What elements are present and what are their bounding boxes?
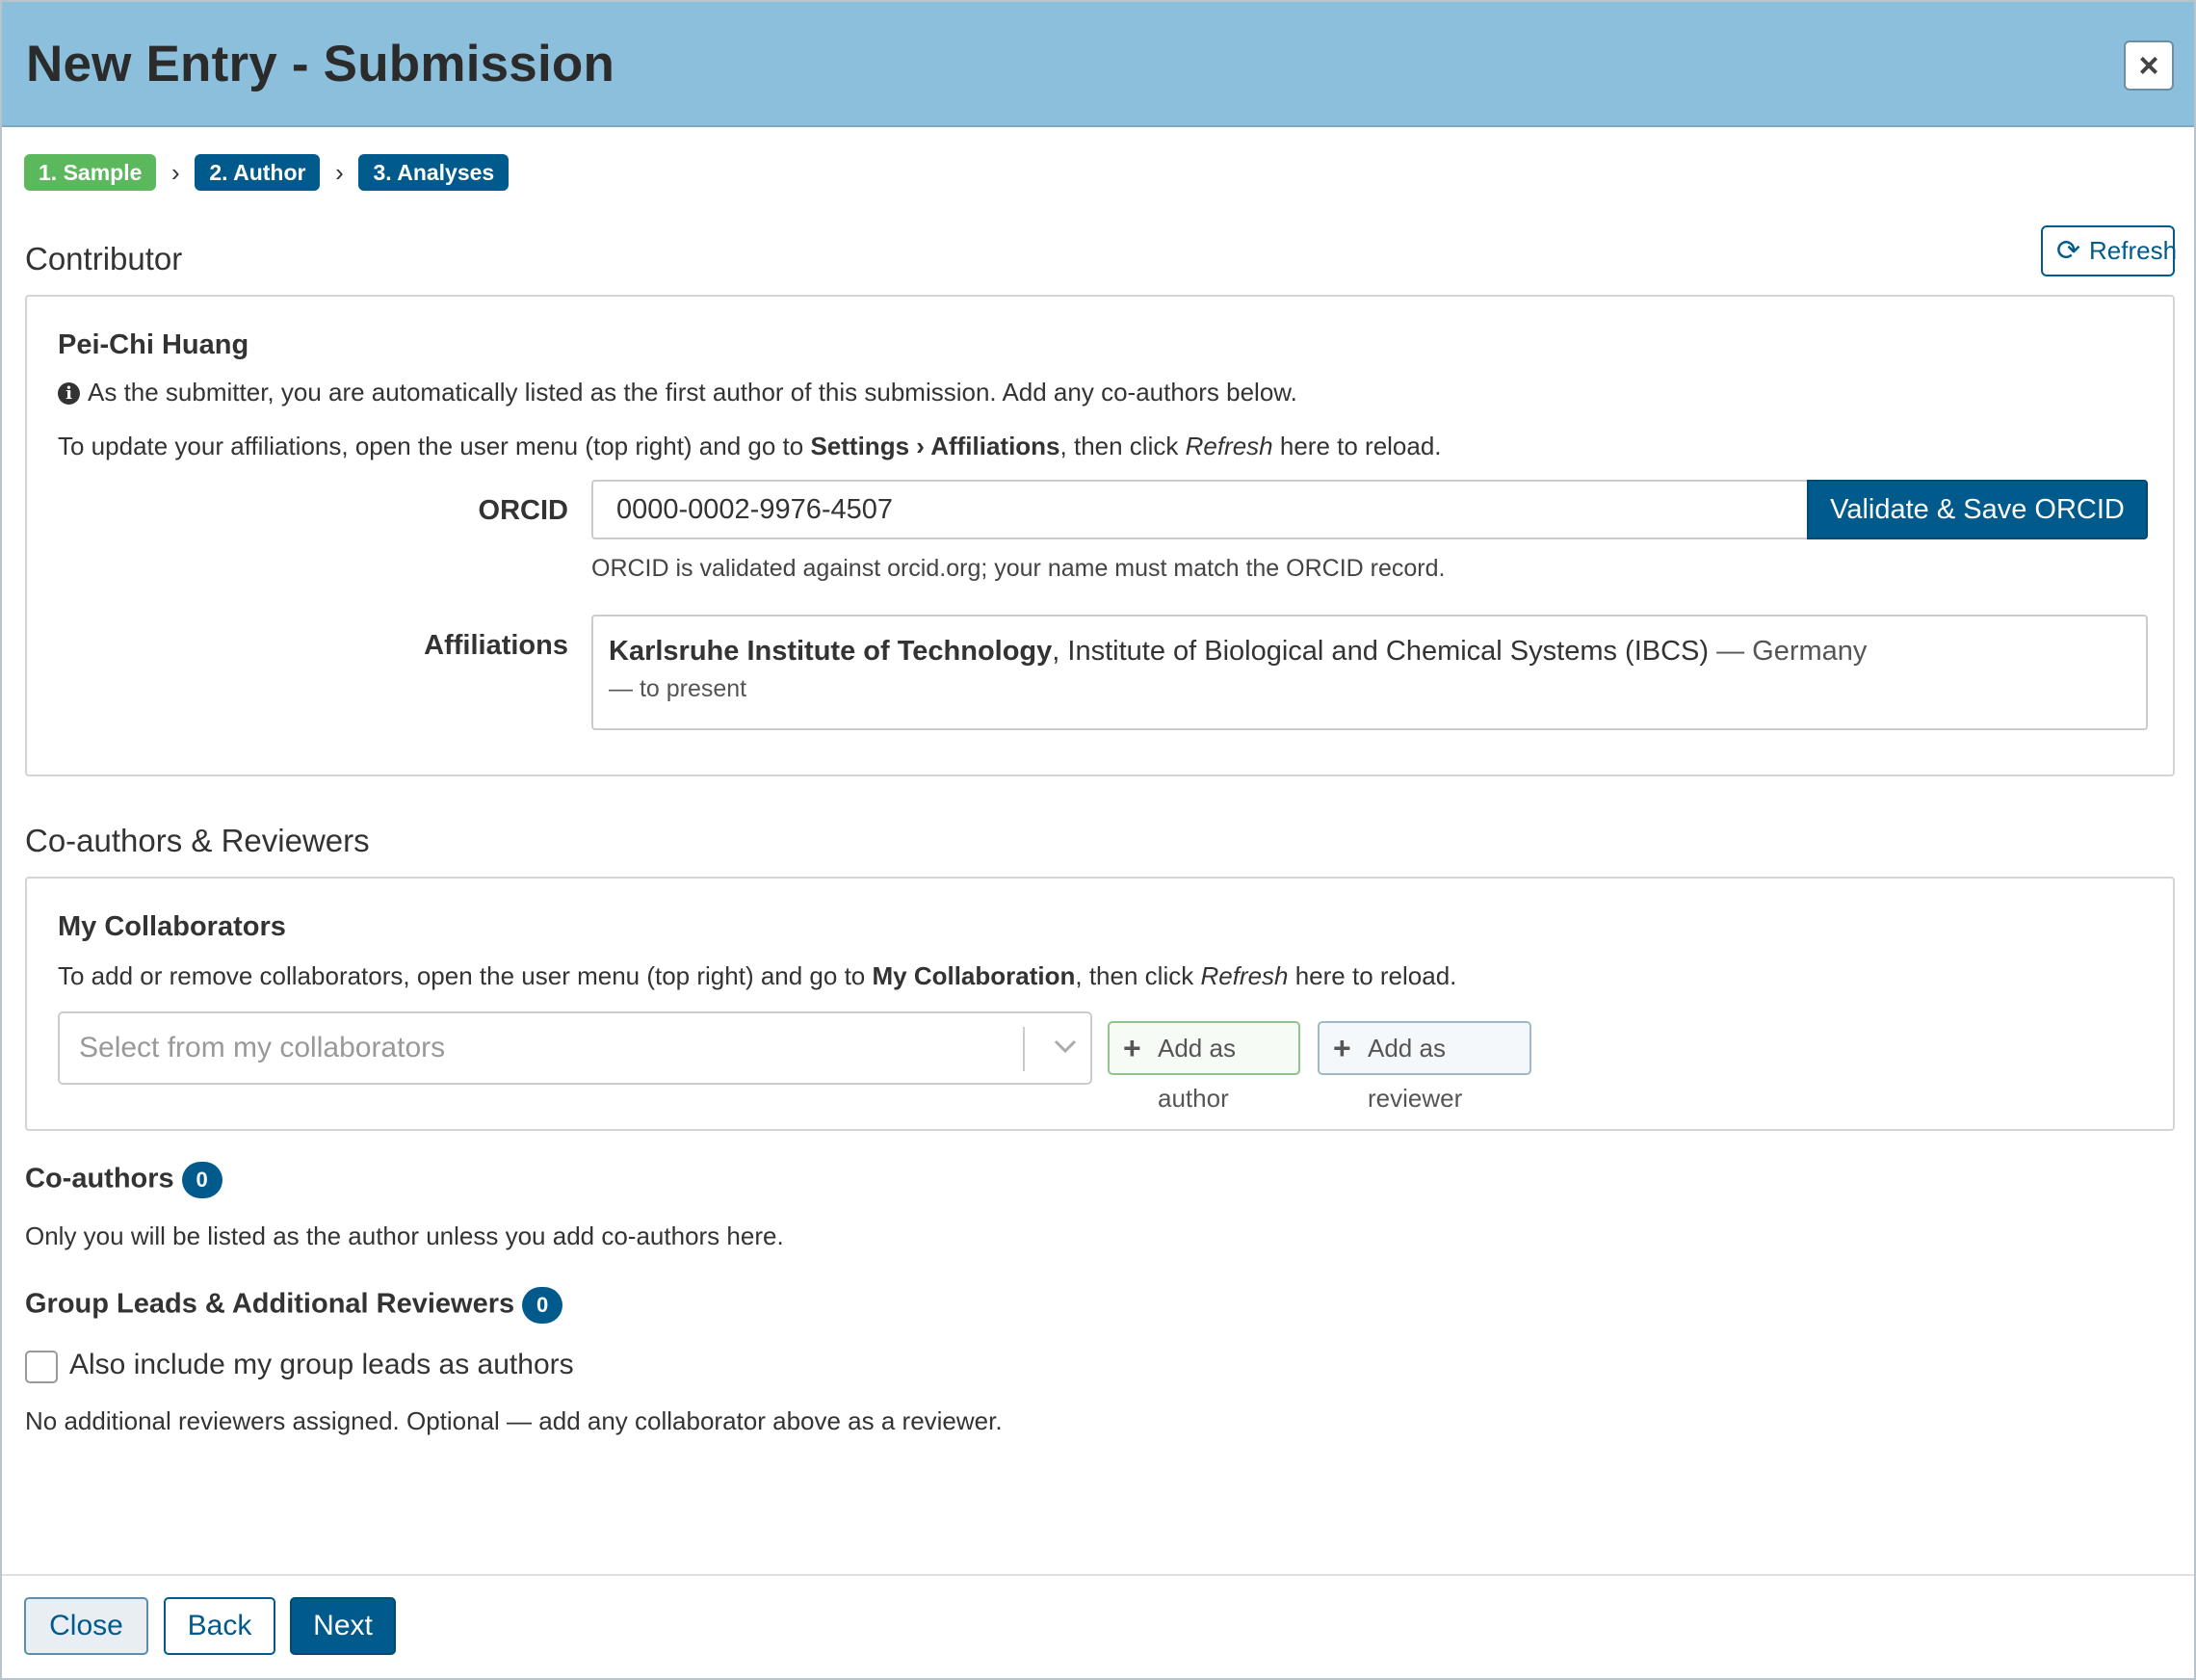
submitter-info: i As the submitter, you are automatically…: [58, 378, 1297, 407]
contributor-name: Pei-Chi Huang: [58, 329, 249, 360]
submitter-info-text: As the submitter, you are automatically …: [88, 378, 1297, 407]
refresh-icon: ⟳: [2056, 235, 2081, 267]
update-note-separator: ›: [909, 432, 931, 460]
info-icon: i: [58, 382, 80, 405]
step-analyses[interactable]: 3. Analyses: [358, 154, 510, 191]
coauthors-note: Only you will be listed as the author un…: [25, 1221, 784, 1250]
coauthors-heading: Co-authors 0: [25, 1162, 222, 1198]
affiliation-institution: Karlsruhe Institute of Technology: [609, 636, 1053, 667]
collab-note-suffix: here to reload.: [1288, 961, 1457, 990]
collab-note-mid: , then click: [1075, 961, 1201, 990]
reviewers-note: No additional reviewers assigned. Option…: [25, 1406, 1003, 1435]
collab-note-prefix: To add or remove collaborators, open the…: [58, 961, 873, 990]
affiliation-department: , Institute of Biological and Chemical S…: [1052, 636, 1710, 667]
update-note-mid: , then click: [1059, 432, 1186, 460]
step-sample[interactable]: 1. Sample: [24, 154, 157, 191]
reviewers-count-badge: 0: [522, 1287, 563, 1324]
collaborators-note: To add or remove collaborators, open the…: [58, 961, 1456, 991]
select-divider: [1023, 1027, 1025, 1071]
next-button[interactable]: Next: [290, 1597, 396, 1655]
chevron-down-icon[interactable]: [1052, 1029, 1079, 1063]
modal-header: New Entry - Submission ×: [2, 2, 2194, 127]
collab-note-bold: My Collaboration: [872, 961, 1076, 990]
affiliation-period: — to present: [609, 675, 747, 702]
close-button[interactable]: Close: [24, 1597, 148, 1655]
contributor-panel: Pei-Chi Huang i As the submitter, you are…: [25, 295, 2175, 776]
coauthors-reviewers-heading: Co-authors & Reviewers: [25, 823, 370, 858]
orcid-input[interactable]: 0000-0002-9976-4507: [591, 480, 1809, 539]
update-note-refresh: Refresh: [1185, 432, 1273, 460]
refresh-button[interactable]: ⟳ Refresh: [2041, 225, 2178, 276]
coauthors-title: Co-authors: [25, 1163, 174, 1194]
step-separator: ›: [171, 157, 180, 187]
collaborators-panel: My Collaborators To add or remove collab…: [25, 877, 2175, 1131]
step-author[interactable]: 2. Author: [195, 154, 321, 191]
collaborators-title: My Collaborators: [58, 911, 286, 942]
footer-divider: [2, 1574, 2194, 1576]
add-as-reviewer-label: Add as reviewer: [1368, 1034, 1463, 1113]
reviewers-heading: Group Leads & Additional Reviewers 0: [25, 1287, 563, 1324]
back-button[interactable]: Back: [164, 1597, 275, 1655]
collaborator-select-placeholder: Select from my collaborators: [79, 1032, 446, 1063]
group-leads-checkbox-label[interactable]: Also include my group leads as authors: [69, 1349, 574, 1381]
step-indicator: 1. Sample › 2. Author › 3. Analyses: [24, 154, 510, 191]
collaborator-select[interactable]: Select from my collaborators: [58, 1011, 1092, 1085]
update-note-affiliations: Affiliations: [930, 432, 1060, 460]
affiliations-label: Affiliations: [424, 630, 568, 661]
plus-icon: +: [1333, 1031, 1351, 1065]
affiliation-country: — Germany: [1709, 636, 1868, 667]
update-note-prefix: To update your affiliations, open the us…: [58, 432, 811, 460]
contributor-heading: Contributor: [25, 241, 183, 276]
group-leads-checkbox[interactable]: [25, 1351, 58, 1383]
step-separator: ›: [335, 157, 344, 187]
add-as-author-label: Add as author: [1158, 1034, 1236, 1113]
orcid-help-text: ORCID is validated against orcid.org; yo…: [591, 555, 1446, 582]
orcid-label: ORCID: [478, 495, 568, 526]
reviewers-title: Group Leads & Additional Reviewers: [25, 1288, 515, 1320]
validate-orcid-button[interactable]: Validate & Save ORCID: [1807, 480, 2148, 539]
modal-title: New Entry - Submission: [26, 36, 615, 92]
update-note-suffix: here to reload.: [1272, 432, 1442, 460]
affiliations-box: Karlsruhe Institute of Technology, Insti…: [591, 615, 2148, 730]
refresh-label: Refresh: [2089, 236, 2178, 265]
collab-note-refresh: Refresh: [1200, 961, 1289, 990]
coauthors-count-badge: 0: [181, 1162, 222, 1198]
close-icon[interactable]: ×: [2124, 40, 2174, 91]
add-as-author-button[interactable]: + Add as author: [1108, 1021, 1300, 1113]
plus-icon: +: [1123, 1031, 1141, 1065]
affiliation-update-note: To update your affiliations, open the us…: [58, 432, 1442, 461]
submission-modal: New Entry - Submission × 1. Sample › 2. …: [0, 0, 2196, 1680]
add-as-reviewer-button[interactable]: + Add as reviewer: [1318, 1021, 1531, 1113]
update-note-settings: Settings: [810, 432, 910, 460]
